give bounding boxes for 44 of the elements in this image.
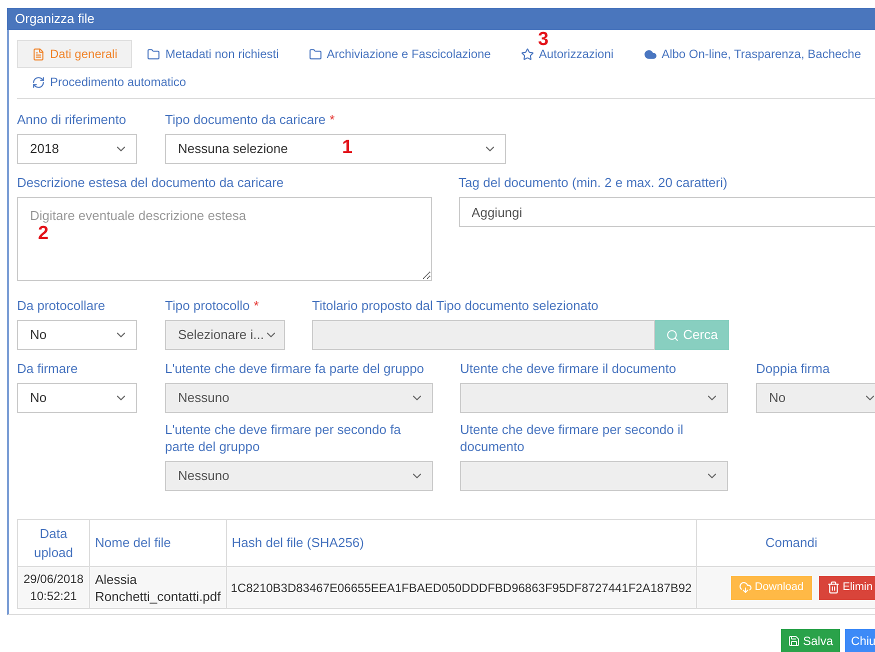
titolario-field[interactable] [312,320,655,350]
field-label: Anno di riferimento [17,111,128,128]
filename-cell: Alessia Ronchetti_contatti.pdf [90,566,226,608]
delete-button[interactable]: Elimin [818,576,875,600]
close-button[interactable]: Chiu [845,629,875,652]
field-label: Tag del documento (min. 2 e max. 20 caratteri) [458,174,728,191]
tab[interactable]: Procedimento automatico [17,68,202,96]
field-label: L'utente che deve firmare fa parte del gruppo [165,360,426,377]
tab[interactable]: Dati generali [17,40,132,68]
folder-icon [147,48,160,60]
star-icon [520,48,534,60]
column-header: Data upload [18,520,90,566]
date-cell: 29/06/2018 10:52:21 [18,566,90,608]
tab[interactable]: Archiviazione e Fascicolazione [294,40,506,68]
hash-cell: 1C8210B3D83467E06655EEA1FBAED050DDDFBD96863F95DF8727441F2A187B92 [226,566,696,608]
column-header: Hash del file (SHA256) [226,520,696,566]
document-icon [32,48,45,60]
tab[interactable]: Metadati non richiesti [132,40,294,68]
field-label: Doppia firma [756,360,831,377]
cloud-icon [644,48,657,60]
field-label: Utente che deve firmare il documento [460,360,678,377]
field-label: Tipo protocollo * [165,297,260,314]
field-label: L'utente che deve firmare per secondo fa parte del gruppo [165,421,402,455]
field-label: Descrizione estesa del documento da caricare [17,174,285,191]
annotation-number: 2 [38,224,49,243]
save-button[interactable]: Salva [781,629,840,652]
search-icon [666,328,680,342]
dropdown-field[interactable]: 2018 [17,134,137,164]
field-label: Tipo documento da caricare * [165,111,336,128]
tag-input[interactable]: Aggiungi [458,197,875,227]
field-label: Da firmare [17,360,79,377]
refresh-icon [32,76,45,88]
cloud-download-icon [738,581,752,594]
tab[interactable]: Albo On-line, Trasparenza, Bacheche [628,40,875,68]
annotation-number: 1 [342,138,353,157]
annotation-number: 3 [538,30,549,49]
field-label: Da protocollare [17,297,106,314]
dropdown-field[interactable]: No [17,320,137,350]
folder-icon [308,48,322,60]
window-title: Organizza file [7,8,875,30]
trash-icon [826,581,840,594]
field-label: Titolario proposto dal Tipo documento selezionato [312,297,600,314]
field-label: Utente che deve firmare per secondo il documento [460,421,684,455]
dropdown-field[interactable]: No [17,383,137,413]
